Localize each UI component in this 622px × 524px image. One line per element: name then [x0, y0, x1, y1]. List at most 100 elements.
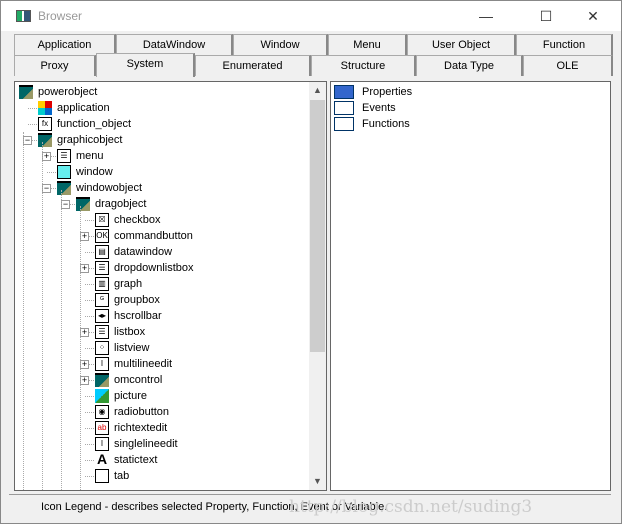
statictext-icon: A [95, 451, 109, 467]
member-label: Functions [362, 118, 410, 130]
application-icon [38, 101, 52, 115]
richtextedit-icon: ab [95, 421, 109, 435]
tree-item-label: tab [114, 470, 130, 482]
tree-item[interactable]: ▤ datawindow [15, 244, 305, 260]
expand-icon[interactable]: + [80, 328, 89, 337]
tab-menu[interactable]: Menu [328, 34, 407, 55]
tree-item-label: commandbutton [114, 230, 193, 242]
tab-function[interactable]: Function [516, 34, 613, 55]
tree-item[interactable]: ▥ graph [15, 276, 305, 292]
member-item[interactable]: Events [334, 100, 534, 116]
tree-line [23, 132, 24, 490]
tree-item-label: window [76, 166, 113, 178]
tree-line [42, 142, 43, 490]
tree-line [80, 206, 81, 490]
tree-item-label: graph [114, 278, 143, 290]
tree-item-label: checkbox [114, 214, 161, 226]
title-bar: Browser — ☐ ✕ [1, 1, 621, 31]
tree-item-label: windowobject [76, 182, 143, 194]
tree-item-label: multilineedit [114, 358, 173, 370]
tab-application[interactable]: Application [14, 34, 116, 55]
scroll-down-icon[interactable]: ▼ [309, 473, 326, 490]
events-icon [334, 101, 354, 115]
cube-icon [76, 197, 90, 211]
listbox-icon: ☰ [95, 325, 109, 339]
tree-item[interactable]: picture [15, 388, 305, 404]
tree-item[interactable]: + ☰ menu [15, 148, 305, 164]
tree-item[interactable]: + ☰ dropdownlistbox [15, 260, 305, 276]
tree-item[interactable]: ◂▸ hscrollbar [15, 308, 305, 324]
function-icon: fx [38, 117, 52, 131]
tree-item-label: singlelineedit [114, 438, 178, 450]
tree-item-label: picture [114, 390, 148, 402]
collapse-icon[interactable]: − [61, 200, 70, 209]
tree-item-label: listbox [114, 326, 146, 338]
cube-icon [38, 133, 52, 147]
tab-datawindow[interactable]: DataWindow [116, 34, 233, 55]
expand-icon[interactable]: + [80, 376, 89, 385]
tree-line [61, 190, 62, 490]
member-list[interactable]: Properties Events Functions [330, 81, 611, 491]
expand-icon[interactable]: + [42, 152, 51, 161]
tab-data-type[interactable]: Data Type [416, 55, 523, 76]
tree-item[interactable]: ⁘ listview [15, 340, 305, 356]
tree-item[interactable]: window [15, 164, 305, 180]
tree-item[interactable]: + OK commandbutton [15, 228, 305, 244]
tree-item[interactable]: application [15, 100, 305, 116]
class-tree[interactable]: powerobject application fx function_object −… [14, 81, 327, 491]
tree-item[interactable]: Isinglelineedit [15, 436, 305, 452]
collapse-icon[interactable]: − [23, 136, 32, 145]
tab-window[interactable]: Window [233, 34, 328, 55]
expand-icon[interactable]: + [80, 264, 89, 273]
functions-icon [334, 117, 354, 131]
tab-user-object[interactable]: User Object [407, 34, 516, 55]
tree-item[interactable]: ab richtextedit [15, 420, 305, 436]
tree-item[interactable]: Astatictext [15, 452, 305, 468]
tree-item[interactable]: − windowobject [15, 180, 305, 196]
browser-window: Browser — ☐ ✕ Application DataWindow Windo… [0, 0, 622, 524]
cube-icon [95, 373, 109, 387]
window-icon [57, 165, 71, 179]
tree-item[interactable]: ☒ checkbox [15, 212, 305, 228]
tree-item-label: dragobject [95, 198, 147, 210]
tree-item-label: menu [76, 150, 104, 162]
watermark: http://blog.csdn.net/suding3 [289, 497, 533, 517]
tree-item[interactable]: − graphicobject [15, 132, 305, 148]
member-item[interactable]: Functions [334, 116, 534, 132]
tree-item-label: application [57, 102, 110, 114]
tree-item[interactable]: ᴳ groupbox [15, 292, 305, 308]
singlelineedit-icon: I [95, 437, 109, 451]
minimize-button[interactable]: — [471, 6, 501, 26]
tree-scrollbar[interactable]: ▲ ▼ [309, 82, 326, 490]
tree-item-label: radiobutton [114, 406, 170, 418]
close-button[interactable]: ✕ [578, 6, 608, 26]
tree-item[interactable]: − dragobject [15, 196, 305, 212]
maximize-button[interactable]: ☐ [531, 6, 561, 26]
status-bar: Icon Legend - describes selected Propert… [9, 494, 611, 518]
scroll-thumb[interactable] [310, 100, 325, 352]
tab-system[interactable]: System [96, 53, 195, 77]
tree-item[interactable]: ◉ radiobutton [15, 404, 305, 420]
tree-item[interactable]: + omcontrol [15, 372, 305, 388]
tree-item[interactable]: powerobject [15, 84, 305, 100]
expand-icon[interactable]: + [80, 232, 89, 241]
properties-icon [334, 85, 354, 99]
expand-icon[interactable]: + [80, 360, 89, 369]
tree-item-label: graphicobject [57, 134, 123, 146]
tree-item[interactable]: tab [15, 468, 305, 484]
member-label: Properties [362, 86, 413, 98]
tab-structure[interactable]: Structure [311, 55, 416, 76]
tab-proxy[interactable]: Proxy [14, 55, 96, 76]
tree-item[interactable]: + ☰ listbox [15, 324, 305, 340]
tab-enumerated[interactable]: Enumerated [195, 55, 311, 76]
tab-ole[interactable]: OLE [523, 55, 613, 76]
tree-item[interactable]: fx function_object [15, 116, 305, 132]
collapse-icon[interactable]: − [42, 184, 51, 193]
groupbox-icon: ᴳ [95, 293, 109, 307]
tab-icon [95, 469, 109, 483]
tree-item-label: hscrollbar [114, 310, 162, 322]
commandbutton-icon: OK [95, 229, 109, 243]
tree-item[interactable]: + Imultilineedit [15, 356, 305, 372]
member-item[interactable]: Properties [334, 84, 534, 100]
scroll-up-icon[interactable]: ▲ [309, 82, 326, 99]
